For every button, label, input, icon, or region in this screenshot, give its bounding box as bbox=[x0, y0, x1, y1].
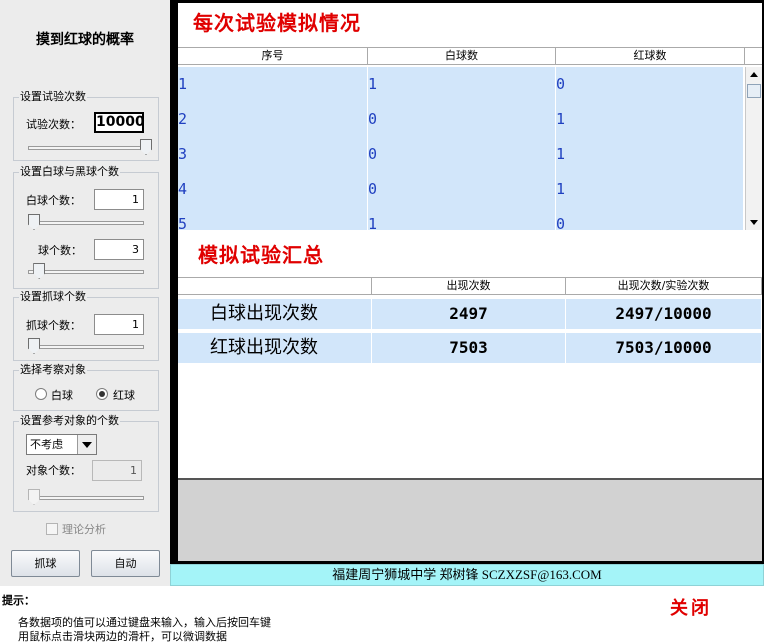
table-cell: 4 bbox=[178, 172, 368, 207]
radio-red[interactable] bbox=[96, 388, 108, 400]
target-group: 选择考察对象 白球 红球 bbox=[13, 362, 159, 411]
scroll-down-icon[interactable] bbox=[746, 214, 762, 230]
table-cell: 0 bbox=[556, 67, 744, 102]
column-header-ratio: 出现次数/实验次数 bbox=[566, 278, 762, 294]
balls-group: 设置白球与黑球个数 白球个数： 1 球个数： 3 bbox=[13, 164, 159, 289]
auto-button[interactable]: 自动 bbox=[91, 550, 160, 577]
white-count-input[interactable]: 1 bbox=[94, 189, 144, 210]
table-cell: 1 bbox=[556, 172, 744, 207]
theory-checkbox-label[interactable]: 理论分析 bbox=[62, 521, 106, 537]
draw-button[interactable]: 抓球 bbox=[11, 550, 80, 577]
slider-track[interactable] bbox=[28, 345, 144, 349]
slider-thumb[interactable] bbox=[33, 263, 46, 279]
slider-track[interactable] bbox=[28, 146, 152, 150]
slider-thumb[interactable] bbox=[28, 338, 40, 354]
table-cell: 1 bbox=[368, 67, 556, 102]
trials-label: 试验次数： bbox=[26, 118, 81, 131]
summary-row-red: 红球出现次数 7503 7503/10000 bbox=[178, 333, 762, 363]
column-header-red[interactable]: 红球数 bbox=[556, 48, 745, 64]
trials-slider[interactable] bbox=[28, 138, 152, 156]
column-header-index[interactable]: 序号 bbox=[178, 48, 368, 64]
summary-cell-count: 2497 bbox=[372, 299, 566, 329]
settings-panel: 摸到红球的概率 设置试验次数 试验次数： 10000 设置白球与黑球个数 白球个… bbox=[0, 0, 170, 586]
slider-thumb[interactable] bbox=[28, 214, 40, 230]
table-cell: 0 bbox=[368, 102, 556, 137]
table-row[interactable]: 4 0 1 bbox=[178, 172, 744, 207]
chart-area bbox=[178, 478, 762, 561]
theory-checkbox[interactable] bbox=[46, 523, 58, 535]
slider-thumb[interactable] bbox=[28, 489, 40, 505]
white-count-label: 白球个数： bbox=[26, 194, 81, 207]
table-cell: 1 bbox=[178, 67, 368, 102]
simulation-table-header: 序号 白球数 红球数 bbox=[178, 47, 762, 65]
close-button[interactable]: 关闭 bbox=[670, 594, 712, 620]
table-cell: 0 bbox=[368, 172, 556, 207]
table-cell: 3 bbox=[178, 137, 368, 172]
summary-title: 模拟试验汇总 bbox=[198, 243, 324, 267]
target-group-label: 选择考察对象 bbox=[19, 362, 87, 378]
summary-cell-count: 7503 bbox=[372, 333, 566, 363]
table-row[interactable]: 5 1 0 bbox=[178, 207, 744, 230]
draw-count-slider[interactable] bbox=[28, 337, 144, 355]
simulation-title: 每次试验模拟情况 bbox=[193, 11, 361, 35]
black-count-label: 球个数： bbox=[38, 244, 82, 257]
trials-group-label: 设置试验次数 bbox=[19, 89, 87, 105]
reference-count-label: 对象个数： bbox=[26, 464, 81, 477]
table-row[interactable]: 2 0 1 bbox=[178, 102, 744, 137]
radio-white-label[interactable]: 白球 bbox=[51, 387, 73, 403]
table-scrollbar[interactable] bbox=[745, 67, 762, 230]
black-count-input[interactable]: 3 bbox=[94, 239, 144, 260]
reference-select-value: 不考虑 bbox=[30, 438, 63, 451]
scrollbar-thumb[interactable] bbox=[747, 84, 761, 98]
draw-count-label: 抓球个数： bbox=[26, 319, 81, 332]
tips-title: 提示： bbox=[2, 594, 35, 607]
table-row[interactable]: 3 0 1 bbox=[178, 137, 744, 172]
reference-group: 设置参考对象的个数 不考虑 对象个数： 1 bbox=[13, 413, 159, 512]
table-cell: 1 bbox=[368, 207, 556, 230]
slider-thumb[interactable] bbox=[140, 139, 152, 155]
reference-count-slider[interactable] bbox=[28, 488, 144, 506]
reference-group-label: 设置参考对象的个数 bbox=[19, 413, 120, 429]
table-cell: 2 bbox=[178, 102, 368, 137]
summary-cell-label: 白球出现次数 bbox=[178, 299, 372, 329]
table-cell: 5 bbox=[178, 207, 368, 230]
draw-group: 设置抓球个数 抓球个数： 1 bbox=[13, 289, 159, 361]
column-header-name bbox=[178, 278, 372, 294]
table-cell: 1 bbox=[556, 137, 744, 172]
app-title: 摸到红球的概率 bbox=[36, 32, 134, 48]
table-cell: 1 bbox=[556, 102, 744, 137]
simulation-table-body[interactable]: 1 1 0 2 0 1 3 0 1 4 0 1 5 1 0 bbox=[178, 67, 744, 230]
draw-group-label: 设置抓球个数 bbox=[19, 289, 87, 305]
trials-group: 设置试验次数 试验次数： 10000 bbox=[13, 89, 159, 161]
table-row[interactable]: 1 1 0 bbox=[178, 67, 744, 102]
summary-row-white: 白球出现次数 2497 2497/10000 bbox=[178, 299, 762, 329]
trials-input[interactable]: 10000 bbox=[94, 112, 145, 133]
slider-track[interactable] bbox=[28, 496, 144, 500]
column-header-white[interactable]: 白球数 bbox=[368, 48, 556, 64]
summary-cell-label: 红球出现次数 bbox=[178, 333, 372, 363]
radio-red-label[interactable]: 红球 bbox=[113, 387, 135, 403]
chevron-down-icon[interactable] bbox=[77, 435, 96, 454]
balls-group-label: 设置白球与黑球个数 bbox=[19, 164, 120, 180]
black-count-slider[interactable] bbox=[28, 262, 144, 280]
slider-track[interactable] bbox=[28, 221, 144, 225]
column-header-count: 出现次数 bbox=[372, 278, 566, 294]
scroll-up-icon[interactable] bbox=[746, 67, 762, 83]
table-cell: 0 bbox=[556, 207, 744, 230]
table-cell: 0 bbox=[368, 137, 556, 172]
white-count-slider[interactable] bbox=[28, 213, 144, 231]
summary-table-header: 出现次数 出现次数/实验次数 bbox=[178, 277, 762, 295]
credit-bar: 福建周宁狮城中学 郑树锋 SCZXZSF@163.COM bbox=[170, 564, 764, 586]
summary-cell-ratio: 7503/10000 bbox=[566, 333, 762, 363]
reference-select[interactable]: 不考虑 bbox=[26, 434, 97, 455]
draw-count-input[interactable]: 1 bbox=[94, 314, 144, 335]
radio-white[interactable] bbox=[35, 388, 47, 400]
tip-line: 用鼠标点击滑块两边的滑杆，可以微调数据 bbox=[18, 630, 227, 643]
reference-count-input[interactable]: 1 bbox=[92, 460, 142, 481]
summary-cell-ratio: 2497/10000 bbox=[566, 299, 762, 329]
tips-area: 提示： 各数据项的值可以通过键盘来输入，输入后按回车键 用鼠标点击滑块两边的滑杆… bbox=[0, 586, 764, 644]
main-panel: 每次试验模拟情况 序号 白球数 红球数 1 1 0 2 0 1 3 0 1 4 … bbox=[178, 3, 762, 561]
slider-track[interactable] bbox=[28, 270, 144, 274]
